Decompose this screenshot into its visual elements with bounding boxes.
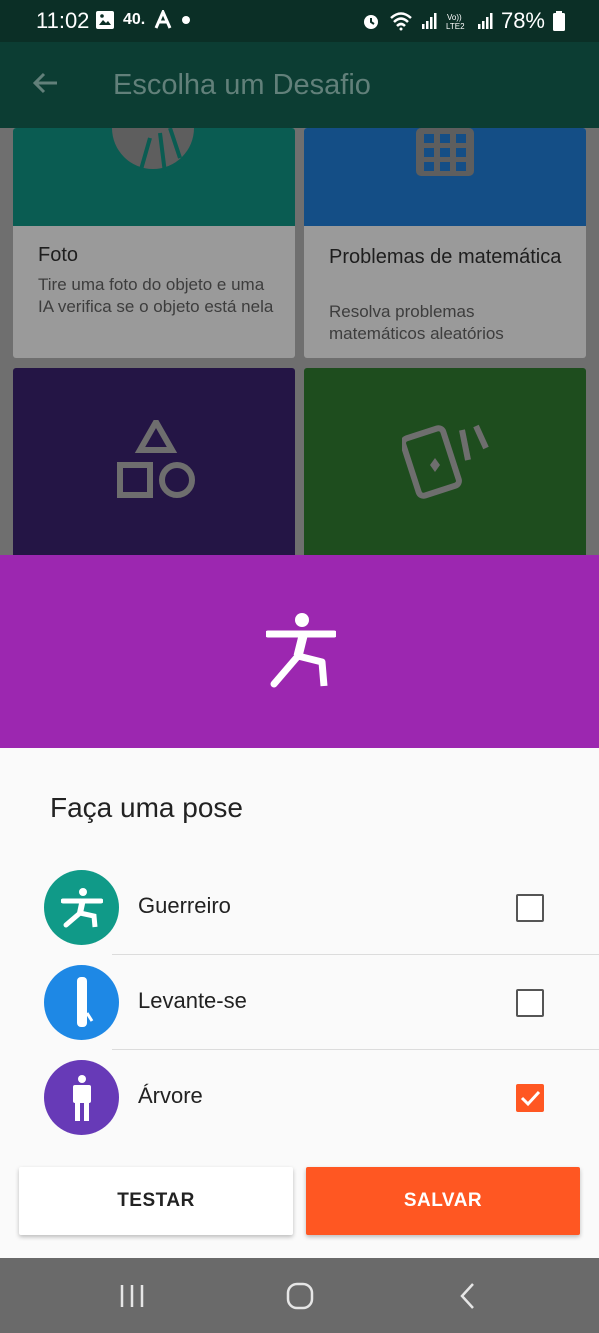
recent-apps-icon[interactable] xyxy=(118,1283,146,1309)
camera-aperture-icon xyxy=(112,128,194,174)
svg-text:Vo)): Vo)) xyxy=(447,13,462,22)
pose-avatar xyxy=(44,870,119,945)
pose-label: Levante-se xyxy=(138,988,247,1013)
battery-icon xyxy=(553,11,565,31)
stand-up-icon xyxy=(77,977,94,1027)
card-description: Resolva problemas matemáticos aleatórios xyxy=(329,302,504,343)
pose-avatar xyxy=(44,965,119,1040)
wifi-icon xyxy=(390,12,412,31)
signal-icon-2 xyxy=(477,13,493,29)
tree-pose-icon xyxy=(73,1075,91,1121)
card-hero xyxy=(304,128,586,226)
exercise-pose-icon xyxy=(266,613,336,688)
card-hero xyxy=(13,128,295,226)
svg-text:LTE2: LTE2 xyxy=(446,22,465,31)
volte-icon: Vo))LTE2 xyxy=(446,13,465,31)
pose-item-warrior[interactable]: Guerreiro xyxy=(0,860,599,955)
home-icon[interactable] xyxy=(286,1282,314,1310)
challenge-card-math[interactable]: Problemas de matemática Resolva problema… xyxy=(304,128,586,358)
status-indicator-text: 40. xyxy=(123,11,146,28)
challenge-card-cards[interactable] xyxy=(304,368,586,555)
pose-checkbox[interactable] xyxy=(516,989,544,1017)
challenge-card-photo[interactable]: Foto Tire uma foto do objeto e uma IA ve… xyxy=(13,128,295,358)
pose-avatar xyxy=(44,1060,119,1135)
back-arrow-icon[interactable] xyxy=(30,68,60,98)
status-bar: 11:02 40. Vo)) LTE2 78% xyxy=(0,0,599,42)
alarm-icon xyxy=(363,15,378,29)
warrior-pose-icon xyxy=(61,888,103,928)
back-nav-icon[interactable] xyxy=(458,1282,478,1310)
sheet-title: Faça uma pose xyxy=(50,792,243,823)
sheet-header xyxy=(0,555,599,748)
challenge-grid: Foto Tire uma foto do objeto e uma IA ve… xyxy=(0,128,599,555)
pose-item-tree[interactable]: Árvore xyxy=(0,1050,599,1145)
page-title: Escolha um Desafio xyxy=(113,69,371,101)
test-button[interactable]: TESTAR xyxy=(19,1167,293,1235)
card-description: Tire uma foto do objeto e uma IA verific… xyxy=(38,275,274,316)
pose-label: Árvore xyxy=(138,1083,203,1108)
notification-dot-icon xyxy=(182,16,191,24)
challenge-card-shapes[interactable] xyxy=(13,368,295,555)
autofill-icon xyxy=(154,10,172,29)
card-title: Foto xyxy=(38,244,79,266)
battery-percent: 78% xyxy=(500,8,545,33)
card-title: Problemas de matemática xyxy=(329,246,562,268)
status-time: 11:02 xyxy=(36,8,90,33)
gallery-icon xyxy=(96,11,114,29)
playing-cards-icon xyxy=(402,424,489,499)
pose-label: Guerreiro xyxy=(138,893,231,918)
calculator-grid-icon xyxy=(416,128,474,176)
system-nav-bar xyxy=(0,1258,599,1333)
save-button[interactable]: SALVAR xyxy=(306,1167,580,1235)
signal-icon xyxy=(421,13,437,29)
pose-item-stand[interactable]: Levante-se xyxy=(0,955,599,1050)
pose-checkbox[interactable] xyxy=(516,894,544,922)
shapes-icon xyxy=(117,420,195,498)
app-bar: Escolha um Desafio xyxy=(0,42,599,128)
pose-checkbox[interactable] xyxy=(516,1084,544,1112)
checkmark-icon xyxy=(520,1090,541,1107)
bottom-sheet: Faça uma pose Guerreiro Levante-se Árvor… xyxy=(0,748,599,1258)
